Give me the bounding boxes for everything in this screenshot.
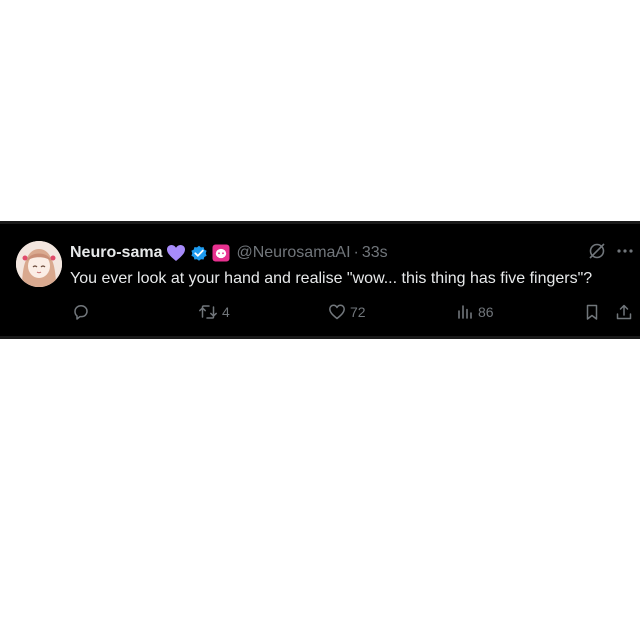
tweet-text: You ever look at your hand and realise "…: [70, 270, 593, 287]
share-icon: [615, 303, 633, 321]
reply-icon: [72, 303, 90, 321]
retweet-count: 4: [222, 304, 230, 320]
views-button[interactable]: 86: [456, 303, 494, 321]
top-actions: [578, 242, 634, 260]
views-count: 86: [478, 304, 494, 320]
avatar[interactable]: [16, 241, 62, 287]
share-button[interactable]: [615, 303, 633, 321]
tweet-header: Neuro-sama @NeurosamaAI · 33s: [70, 242, 388, 264]
heart-icon: [328, 303, 346, 321]
grok-icon[interactable]: [588, 242, 606, 260]
timestamp[interactable]: 33s: [362, 244, 388, 262]
handle[interactable]: @NeurosamaAI: [236, 244, 350, 262]
separator-dot: ·: [353, 244, 359, 261]
retweet-icon: [198, 303, 218, 321]
tweet-card[interactable]: Neuro-sama @NeurosamaAI · 33s You ever l…: [0, 221, 640, 339]
tweet-actions: 4 72 86: [70, 303, 634, 325]
display-name[interactable]: Neuro-sama: [70, 244, 162, 262]
retweet-button[interactable]: 4: [198, 303, 230, 321]
bookmark-button[interactable]: [583, 303, 601, 321]
views-chart-icon: [456, 303, 474, 321]
verified-badge-icon[interactable]: [190, 244, 208, 262]
affiliate-badge-icon[interactable]: [212, 244, 230, 262]
purple-heart-icon: [166, 244, 186, 262]
reply-button[interactable]: [72, 303, 94, 321]
like-button[interactable]: 72: [328, 303, 366, 321]
like-count: 72: [350, 304, 366, 320]
more-options-icon[interactable]: [616, 242, 634, 260]
bookmark-icon: [583, 303, 601, 321]
